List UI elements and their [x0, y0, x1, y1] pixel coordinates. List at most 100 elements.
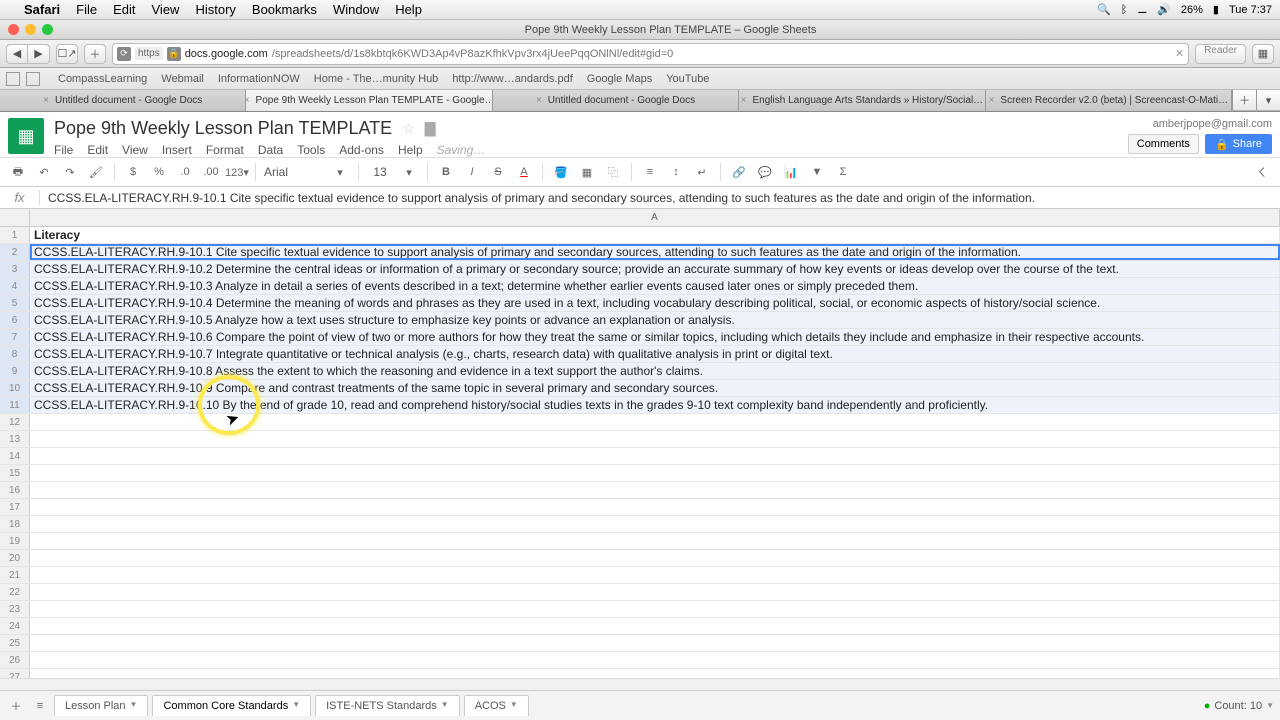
- topsites-icon[interactable]: [26, 72, 40, 86]
- row-header[interactable]: 8: [0, 346, 30, 362]
- user-email[interactable]: amberjpope@gmail.com: [1128, 118, 1272, 130]
- menu-history[interactable]: History: [195, 2, 235, 17]
- menu-file[interactable]: File: [76, 2, 97, 17]
- cell-A21[interactable]: [30, 567, 1280, 583]
- row-header[interactable]: 3: [0, 261, 30, 277]
- new-tab-button[interactable]: ＋: [1232, 90, 1256, 110]
- battery-icon[interactable]: ▮: [1213, 3, 1219, 16]
- cell-A12[interactable]: [30, 414, 1280, 430]
- cell-A17[interactable]: [30, 499, 1280, 515]
- sheet-tab-2[interactable]: ISTE-NETS Standards▼: [315, 695, 460, 716]
- row-header[interactable]: 23: [0, 601, 30, 617]
- row-header[interactable]: 5: [0, 295, 30, 311]
- row-header[interactable]: 24: [0, 618, 30, 634]
- reader-button[interactable]: Reader: [1195, 44, 1246, 64]
- spotlight-icon[interactable]: 🔍: [1097, 3, 1111, 16]
- col-header-A[interactable]: A: [30, 209, 1280, 226]
- close-tab-icon[interactable]: ×: [246, 95, 249, 106]
- row-8[interactable]: 8CCSS.ELA-LITERACY.RH.9-10.7 Integrate q…: [0, 346, 1280, 363]
- cell-A1[interactable]: Literacy: [30, 227, 1280, 243]
- address-bar[interactable]: ⟳ https 🔒 docs.google.com/spreadsheets/d…: [112, 43, 1189, 65]
- collapse-toolbar-icon[interactable]: ㄑ: [1252, 162, 1272, 182]
- row-header[interactable]: 25: [0, 635, 30, 651]
- sm-help[interactable]: Help: [398, 143, 423, 157]
- row-27[interactable]: 27: [0, 669, 1280, 678]
- row-16[interactable]: 16: [0, 482, 1280, 499]
- fav-5[interactable]: Google Maps: [587, 73, 652, 85]
- fav-1[interactable]: Webmail: [161, 73, 204, 85]
- row-header[interactable]: 16: [0, 482, 30, 498]
- sheet-tab-1[interactable]: Common Core Standards▼: [152, 695, 311, 716]
- fav-0[interactable]: CompassLearning: [58, 73, 147, 85]
- cell-A20[interactable]: [30, 550, 1280, 566]
- sidebar-icon[interactable]: [6, 72, 20, 86]
- star-icon[interactable]: ☆: [402, 120, 415, 137]
- filter-icon[interactable]: ▼: [807, 162, 827, 182]
- row-7[interactable]: 7CCSS.ELA-LITERACY.RH.9-10.6 Compare the…: [0, 329, 1280, 346]
- wifi-icon[interactable]: ⚊: [1137, 3, 1147, 16]
- cell-A15[interactable]: [30, 465, 1280, 481]
- menu-view[interactable]: View: [152, 2, 180, 17]
- count-menu-icon[interactable]: ▼: [1266, 701, 1274, 710]
- cell-A11[interactable]: CCSS.ELA-LITERACY.RH.9-10.10 By the end …: [30, 397, 1280, 413]
- sheets-logo-icon[interactable]: ▦: [8, 118, 44, 154]
- sm-edit[interactable]: Edit: [87, 143, 108, 157]
- cell-A8[interactable]: CCSS.ELA-LITERACY.RH.9-10.7 Integrate qu…: [30, 346, 1280, 362]
- cell-A3[interactable]: CCSS.ELA-LITERACY.RH.9-10.2 Determine th…: [30, 261, 1280, 277]
- sm-data[interactable]: Data: [258, 143, 283, 157]
- add-sheet-button[interactable]: ＋: [6, 696, 26, 716]
- all-sheets-button[interactable]: ≡: [30, 696, 50, 716]
- inc-decimal-icon[interactable]: .00: [201, 162, 221, 182]
- row-header[interactable]: 18: [0, 516, 30, 532]
- close-tab-icon[interactable]: ×: [43, 95, 49, 106]
- cell-A22[interactable]: [30, 584, 1280, 600]
- app-name[interactable]: Safari: [24, 2, 60, 17]
- minimize-window-icon[interactable]: [25, 24, 36, 35]
- share-button[interactable]: 🔒Share: [1205, 134, 1272, 154]
- tab-list-button[interactable]: ▾: [1256, 90, 1280, 110]
- row-header[interactable]: 19: [0, 533, 30, 549]
- row-header[interactable]: 10: [0, 380, 30, 396]
- fill-color-icon[interactable]: 🪣: [551, 162, 571, 182]
- percent-icon[interactable]: %: [149, 162, 169, 182]
- cell-A24[interactable]: [30, 618, 1280, 634]
- reload-icon[interactable]: ⟳: [117, 47, 131, 61]
- row-header[interactable]: 22: [0, 584, 30, 600]
- row-9[interactable]: 9CCSS.ELA-LITERACY.RH.9-10.8 Assess the …: [0, 363, 1280, 380]
- bold-icon[interactable]: B: [436, 162, 456, 182]
- row-18[interactable]: 18: [0, 516, 1280, 533]
- clock[interactable]: Tue 7:37: [1229, 4, 1272, 16]
- browser-tab-3[interactable]: ×English Language Arts Standards » Histo…: [739, 90, 985, 111]
- sheet-tab-3[interactable]: ACOS▼: [464, 695, 529, 716]
- row-header[interactable]: 26: [0, 652, 30, 668]
- row-header[interactable]: 13: [0, 431, 30, 447]
- cell-A18[interactable]: [30, 516, 1280, 532]
- sheet-tab-menu-icon[interactable]: ▼: [130, 700, 138, 712]
- size-dropdown-icon[interactable]: ▾: [399, 162, 419, 182]
- chart-icon[interactable]: 📊: [781, 162, 801, 182]
- row-2[interactable]: 2CCSS.ELA-LITERACY.RH.9-10.1 Cite specif…: [0, 244, 1280, 261]
- sm-file[interactable]: File: [54, 143, 73, 157]
- row-13[interactable]: 13: [0, 431, 1280, 448]
- row-17[interactable]: 17: [0, 499, 1280, 516]
- italic-icon[interactable]: I: [462, 162, 482, 182]
- row-12[interactable]: 12: [0, 414, 1280, 431]
- bluetooth-icon[interactable]: ᛒ: [1121, 4, 1128, 16]
- font-select[interactable]: [264, 165, 324, 179]
- row-header[interactable]: 6: [0, 312, 30, 328]
- row-11[interactable]: 11CCSS.ELA-LITERACY.RH.9-10.10 By the en…: [0, 397, 1280, 414]
- row-header[interactable]: 15: [0, 465, 30, 481]
- row-header[interactable]: 27: [0, 669, 30, 678]
- cell-A23[interactable]: [30, 601, 1280, 617]
- close-tab-icon[interactable]: ×: [536, 95, 542, 106]
- cell-A13[interactable]: [30, 431, 1280, 447]
- row-20[interactable]: 20: [0, 550, 1280, 567]
- row-5[interactable]: 5CCSS.ELA-LITERACY.RH.9-10.4 Determine t…: [0, 295, 1280, 312]
- row-header[interactable]: 20: [0, 550, 30, 566]
- comment-icon[interactable]: 💬: [755, 162, 775, 182]
- sheet-tab-menu-icon[interactable]: ▼: [292, 700, 300, 712]
- row-header[interactable]: 9: [0, 363, 30, 379]
- close-tab-icon[interactable]: ×: [741, 95, 747, 106]
- cell-A5[interactable]: CCSS.ELA-LITERACY.RH.9-10.4 Determine th…: [30, 295, 1280, 311]
- back-button[interactable]: ◀: [6, 44, 28, 64]
